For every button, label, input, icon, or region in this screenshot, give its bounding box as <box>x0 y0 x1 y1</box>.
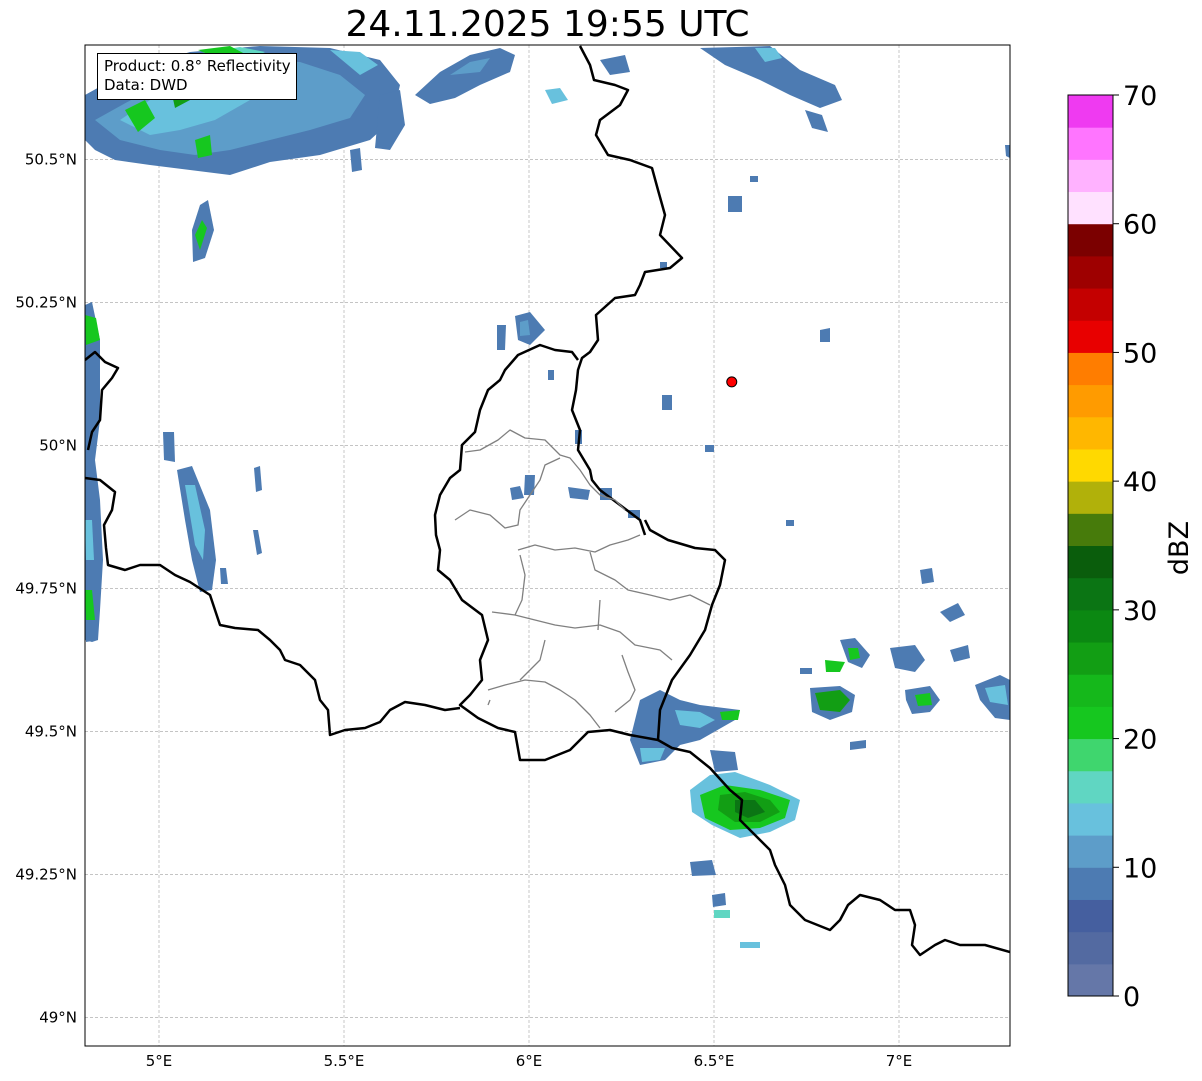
lat-tick-label: 49.5°N <box>25 722 77 740</box>
data-source-text: Data: DWD <box>104 76 188 94</box>
colorbar-tick-label: 0 <box>1123 982 1140 1013</box>
colorbar-tick-label: 40 <box>1123 467 1157 498</box>
colorbar-segment <box>1068 867 1113 900</box>
colorbar-segment <box>1068 255 1113 289</box>
colorbar-segment <box>1068 320 1113 353</box>
lat-tick-label: 49.25°N <box>15 865 77 883</box>
lon-tick-label: 6°E <box>516 1052 543 1070</box>
radar-site-marker <box>726 376 738 388</box>
colorbar-segment <box>1068 223 1113 257</box>
colorbar-tick-label: 50 <box>1123 338 1157 369</box>
lon-tick-label: 7°E <box>886 1052 913 1070</box>
radar-figure: 5°E 5.5°E 6°E 6.5°E 7°E 49°N 49.25°N 49.5°N 49.7… <box>15 44 1195 1070</box>
colorbar-segment <box>1068 191 1113 225</box>
lat-tick-label: 50.25°N <box>15 293 77 311</box>
colorbar-segment <box>1068 481 1113 514</box>
colorbar-segment <box>1068 384 1113 418</box>
colorbar-segment <box>1068 127 1113 160</box>
colorbar-segment <box>1068 899 1113 933</box>
colorbar-segment <box>1068 288 1113 321</box>
colorbar-segment <box>1068 416 1113 450</box>
colorbar-segment <box>1068 545 1113 579</box>
colorbar-tick-label: 20 <box>1123 725 1157 756</box>
colorbar-segment <box>1068 738 1113 772</box>
lat-tick-label: 49.75°N <box>15 579 77 597</box>
colorbar-segment <box>1068 963 1113 997</box>
colorbar-segment <box>1068 609 1113 643</box>
product-text: Product: 0.8° Reflectivity <box>104 57 291 75</box>
colorbar-tick-label: 10 <box>1123 853 1157 884</box>
lon-tick-label: 6.5°E <box>694 1052 735 1070</box>
colorbar-segment <box>1068 674 1113 707</box>
lat-tick-label: 50.5°N <box>25 150 77 168</box>
colorbar-segment <box>1068 706 1113 740</box>
colorbar-segment <box>1068 770 1113 804</box>
colorbar-segment <box>1068 159 1113 193</box>
lon-tick-label: 5.5°E <box>324 1052 365 1070</box>
lat-tick-label: 50°N <box>39 436 77 454</box>
lat-tick-label: 49°N <box>39 1008 77 1026</box>
colorbar-segment <box>1068 931 1113 965</box>
colorbar-segment <box>1068 352 1113 386</box>
colorbar-segment <box>1068 448 1113 482</box>
colorbar-segment <box>1068 95 1113 128</box>
colorbar-segment <box>1068 577 1113 611</box>
lon-tick-label: 5°E <box>146 1052 173 1070</box>
plot-area-background <box>85 45 1010 1046</box>
colorbar-tick-label: 30 <box>1123 596 1157 627</box>
colorbar-tick-label: 70 <box>1123 81 1157 112</box>
colorbar-segment <box>1068 642 1113 675</box>
colorbar-segment <box>1068 513 1113 546</box>
colorbar-segment <box>1068 835 1113 868</box>
colorbar-segment <box>1068 802 1113 836</box>
colorbar-tick-label: 60 <box>1123 210 1157 241</box>
product-info-box: Product: 0.8° Reflectivity Data: DWD <box>97 53 297 100</box>
colorbar-label: dBZ <box>1164 521 1195 575</box>
